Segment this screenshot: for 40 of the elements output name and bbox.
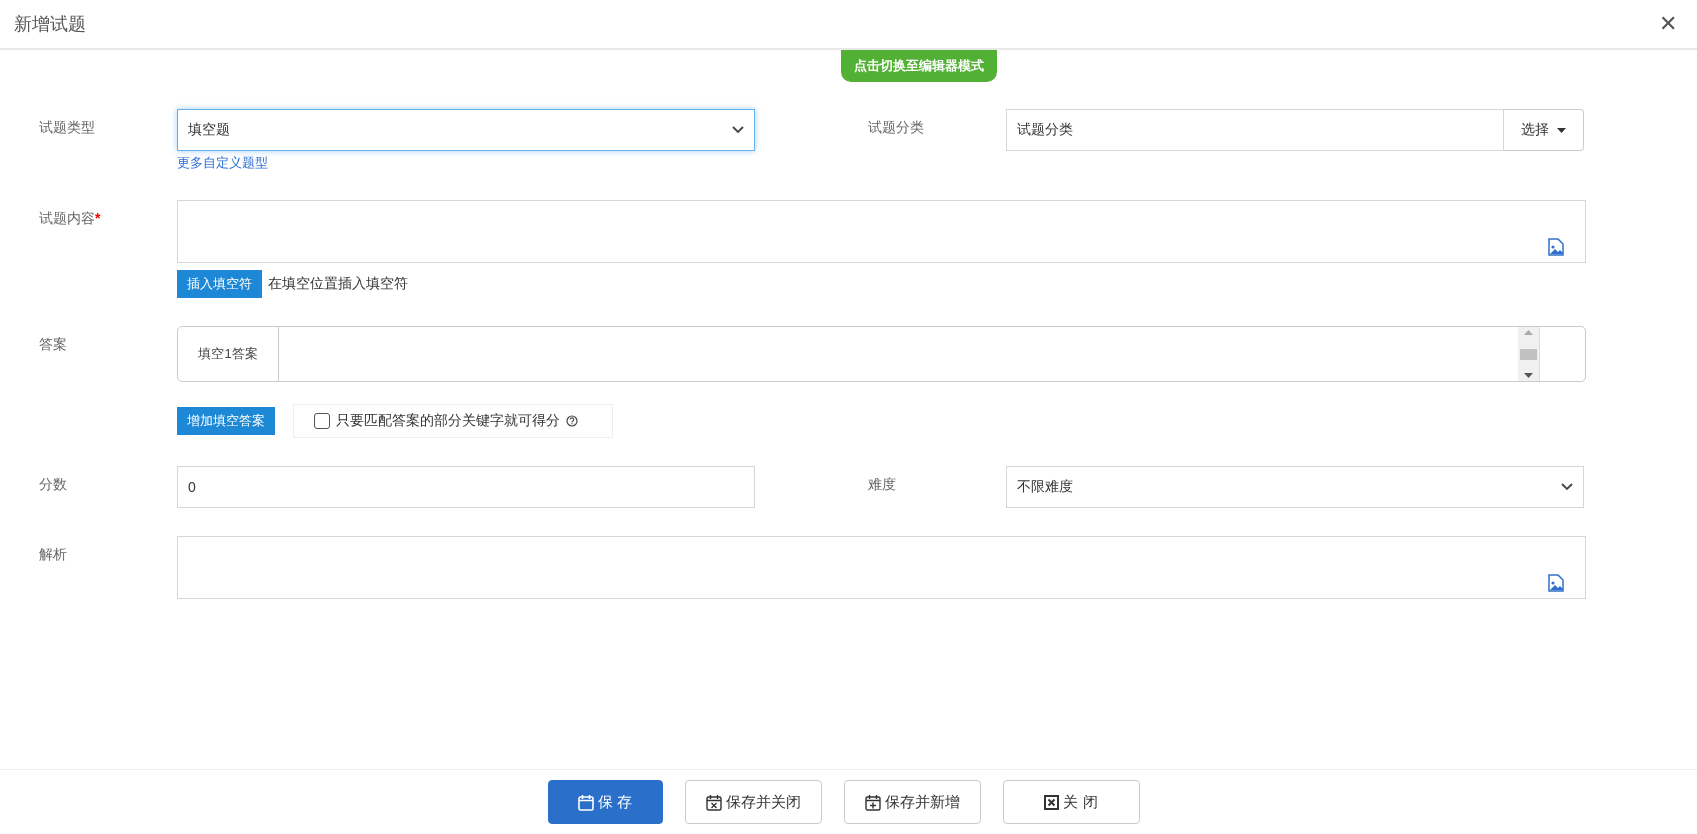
scroll-down-icon[interactable] bbox=[1524, 373, 1533, 378]
field-label: 答案 bbox=[39, 335, 68, 354]
calendar-plus-icon bbox=[864, 793, 881, 811]
footer-button[interactable]: 保存并关闭 bbox=[684, 780, 822, 824]
field-label: 试题分类 bbox=[868, 118, 925, 137]
scroll-thumb[interactable] bbox=[1520, 348, 1537, 360]
difficulty-select[interactable]: 不限难度 bbox=[1006, 466, 1584, 508]
field-label: 解析 bbox=[39, 545, 68, 564]
category-input[interactable]: 试题分类 bbox=[1006, 109, 1504, 151]
calendar-icon bbox=[577, 793, 594, 811]
custom-types-link[interactable]: 更多自定义题型 bbox=[177, 154, 755, 172]
calendar-x-icon bbox=[705, 793, 722, 811]
score-input[interactable]: 0 bbox=[177, 466, 755, 508]
footer-button[interactable]: 关 闭 bbox=[1002, 780, 1140, 824]
close-box-icon bbox=[1044, 794, 1060, 810]
question-type-select[interactable]: 填空题 bbox=[177, 109, 755, 151]
checkbox[interactable] bbox=[314, 413, 330, 429]
chevron-down-icon bbox=[1561, 483, 1573, 491]
blank-label: 填空1答案 bbox=[178, 327, 279, 381]
required-mark: * bbox=[95, 210, 101, 226]
help-icon[interactable] bbox=[566, 415, 578, 427]
field-label: 试题内容 bbox=[39, 210, 95, 228]
footer-button[interactable]: 保 存 bbox=[547, 780, 663, 824]
choose-dropdown-button[interactable]: 选择 bbox=[1504, 109, 1584, 151]
insert-blank-button[interactable]: 插入填空符 bbox=[177, 270, 262, 298]
caret-down-icon bbox=[1556, 127, 1566, 133]
insert-hint: 在填空位置插入填空符 bbox=[268, 275, 408, 293]
field-label: 难度 bbox=[868, 475, 897, 494]
field-label: 试题类型 bbox=[39, 118, 96, 137]
checkbox-label: 只要匹配答案的部分关键字就可得分 bbox=[336, 412, 560, 430]
field-label: 分数 bbox=[39, 475, 68, 494]
close-button[interactable]: ✕ bbox=[1653, 11, 1683, 37]
scrollbar[interactable] bbox=[1518, 327, 1539, 381]
dialog-title: 新增试题 bbox=[14, 13, 86, 36]
chevron-down-icon bbox=[732, 126, 744, 134]
footer-button[interactable]: 保存并新增 bbox=[843, 780, 981, 824]
add-blank-answer-button[interactable]: 增加填空答案 bbox=[177, 407, 275, 435]
answer-input-group[interactable]: 填空1答案 bbox=[177, 326, 1586, 382]
image-insert-icon[interactable] bbox=[1548, 238, 1564, 256]
image-insert-icon[interactable] bbox=[1548, 574, 1564, 592]
